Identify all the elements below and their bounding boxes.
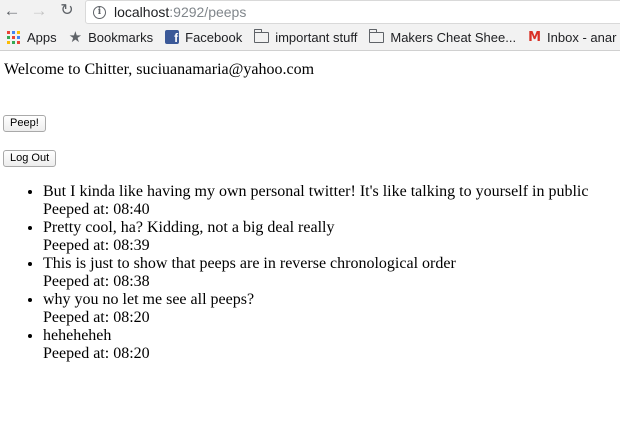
peep-item: why you no let me see all peeps? Peeped … [43,291,588,327]
gmail-icon: M [528,29,542,45]
reload-icon[interactable]: ↻ [57,1,77,21]
peep-time: Peeped at: 08:40 [43,201,150,218]
address-bar[interactable]: i localhost:9292/peeps [85,0,620,24]
url-text[interactable]: localhost:9292/peeps [114,4,246,20]
bookmark-label: Apps [27,29,57,45]
bookmark-label: Makers Cheat Shee... [390,29,517,45]
bookmark-label: Inbox - anar [547,29,617,45]
peep-time: Peeped at: 08:20 [43,345,150,362]
peeps-list: But I kinda like having my own personal … [0,183,588,363]
bookmark-facebook[interactable]: f Facebook [159,30,248,45]
apps-icon [7,30,20,44]
logout-button[interactable]: Log Out [3,150,57,167]
forward-arrow-icon[interactable]: → [29,1,49,21]
peep-time: Peeped at: 08:39 [43,237,150,254]
browser-toolbar: ← → ↻ i localhost:9292/peeps [0,0,620,24]
folder-icon [368,28,385,43]
bookmark-important-stuff[interactable]: important stuff [248,28,363,45]
peep-text: heheheheh [43,327,112,344]
bookmark-label: Facebook [185,29,243,45]
bookmark-inbox[interactable]: M Inbox - anar [522,30,620,45]
info-icon[interactable]: i [93,5,106,19]
peep-time: Peeped at: 08:20 [43,309,150,326]
peep-item: This is just to show that peeps are in r… [43,255,588,291]
bookmark-makers-cheat-sheet[interactable]: Makers Cheat Shee... [363,28,522,45]
url-host: localhost [114,4,170,20]
back-arrow-icon[interactable]: ← [2,1,22,21]
facebook-icon: f [165,30,180,45]
peep-item: heheheheh Peeped at: 08:20 [43,327,588,363]
peep-item: But I kinda like having my own personal … [43,183,588,219]
star-icon: ★ [68,28,83,46]
bookmark-bookmarks[interactable]: ★ Bookmarks [63,30,159,45]
peep-text: This is just to show that peeps are in r… [43,255,456,272]
peep-text: why you no let me see all peeps? [43,291,255,308]
bookmark-label: Bookmarks [88,29,154,45]
bookmark-label: important stuff [275,29,358,45]
welcome-message: Welcome to Chitter, suciuanamaria@yahoo.… [4,61,315,78]
bookmark-apps[interactable]: Apps [0,30,63,45]
peep-text: But I kinda like having my own personal … [43,183,589,200]
peep-time: Peeped at: 08:38 [43,273,150,290]
peep-item: Pretty cool, ha? Kidding, not a big deal… [43,219,588,255]
peep-button[interactable]: Peep! [3,115,46,132]
bookmarks-bar: Apps ★ Bookmarks f Facebook important st… [0,24,620,51]
peep-text: Pretty cool, ha? Kidding, not a big deal… [43,219,335,236]
folder-icon [253,28,270,43]
url-path: :9292/peeps [169,4,247,20]
